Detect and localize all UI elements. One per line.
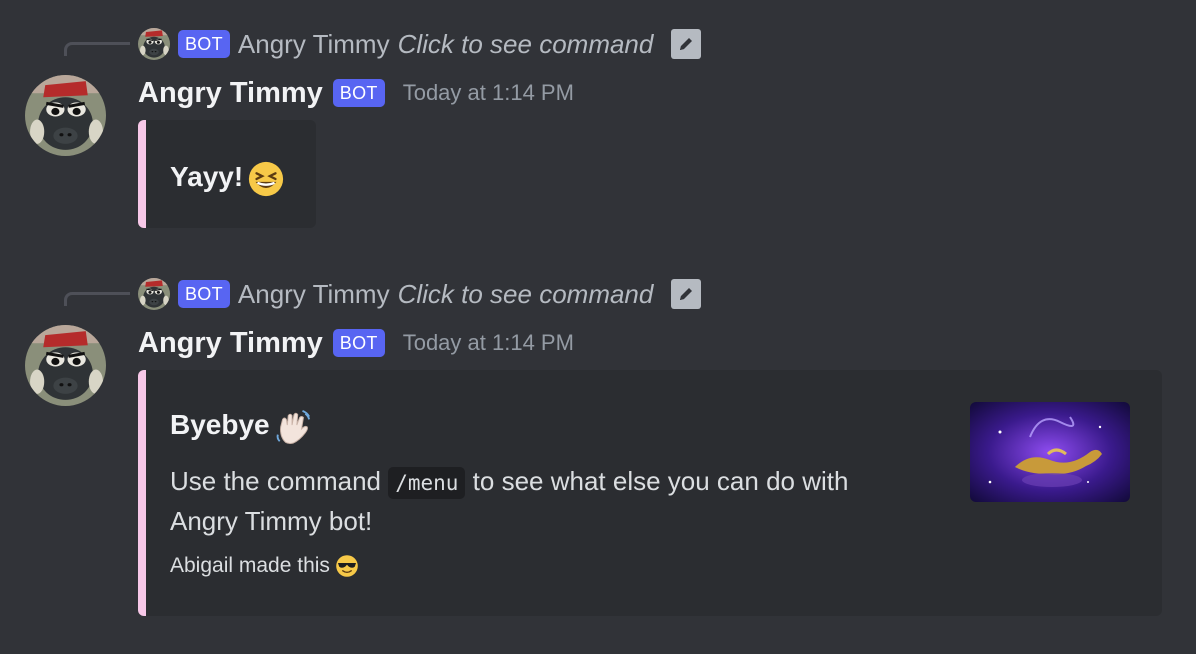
reply-spine [64,42,130,56]
embed-title-text: Byebye [170,409,270,440]
reply-reference[interactable]: BOT Angry Timmy Click to see command [138,277,702,311]
message-timestamp[interactable]: Today at 1:14 PM [403,330,574,356]
reply-command-link[interactable]: Click to see command [398,29,654,60]
embed: Byebye Use the command /menu to see what… [138,370,1162,616]
reply-username[interactable]: Angry Timmy [238,29,390,60]
slash-command-icon [671,279,702,309]
embed-thumbnail[interactable] [970,402,1130,502]
message-timestamp[interactable]: Today at 1:14 PM [403,80,574,106]
reply-bot-tag: BOT [178,280,230,308]
embed-footer-text: Abigail made this [170,554,330,577]
embed-footer: Abigail made this [170,554,359,578]
embed-description-line-2: Angry Timmy bot! [170,506,373,536]
embed-description-text: Use the command [170,466,381,496]
embed-title: Yayy! [170,156,285,198]
message-header: Angry Timmy BOT Today at 1:14 PM [138,323,574,363]
reply-bot-tag: BOT [178,30,230,58]
bot-tag: BOT [332,329,385,357]
reply-spine [64,292,130,306]
reply-avatar[interactable] [138,278,170,310]
sunglasses-emoji-icon [335,554,359,578]
laughing-emoji-icon [247,160,285,198]
bot-tag: BOT [332,79,385,107]
reply-reference[interactable]: BOT Angry Timmy Click to see command [138,27,702,61]
embed-title: Byebye [170,404,312,446]
reply-avatar[interactable] [138,28,170,60]
embed-title-text: Yayy! [170,161,244,192]
reply-command-link[interactable]: Click to see command [398,279,654,310]
author-username[interactable]: Angry Timmy [138,77,323,110]
magic-lamp-image [970,402,1130,502]
embed: Yayy! [138,120,316,228]
reply-username[interactable]: Angry Timmy [238,279,390,310]
waving-hand-emoji-icon [274,408,312,446]
slash-command-icon [671,29,702,59]
embed-description-text-cont: to see what else you can do with [472,466,849,496]
author-username[interactable]: Angry Timmy [138,327,323,360]
embed-description: Use the command /menu to see what else y… [170,462,910,540]
author-avatar[interactable] [25,75,106,156]
author-avatar[interactable] [25,325,106,406]
message-header: Angry Timmy BOT Today at 1:14 PM [138,73,574,113]
inline-code-menu-command: /menu [388,467,466,499]
